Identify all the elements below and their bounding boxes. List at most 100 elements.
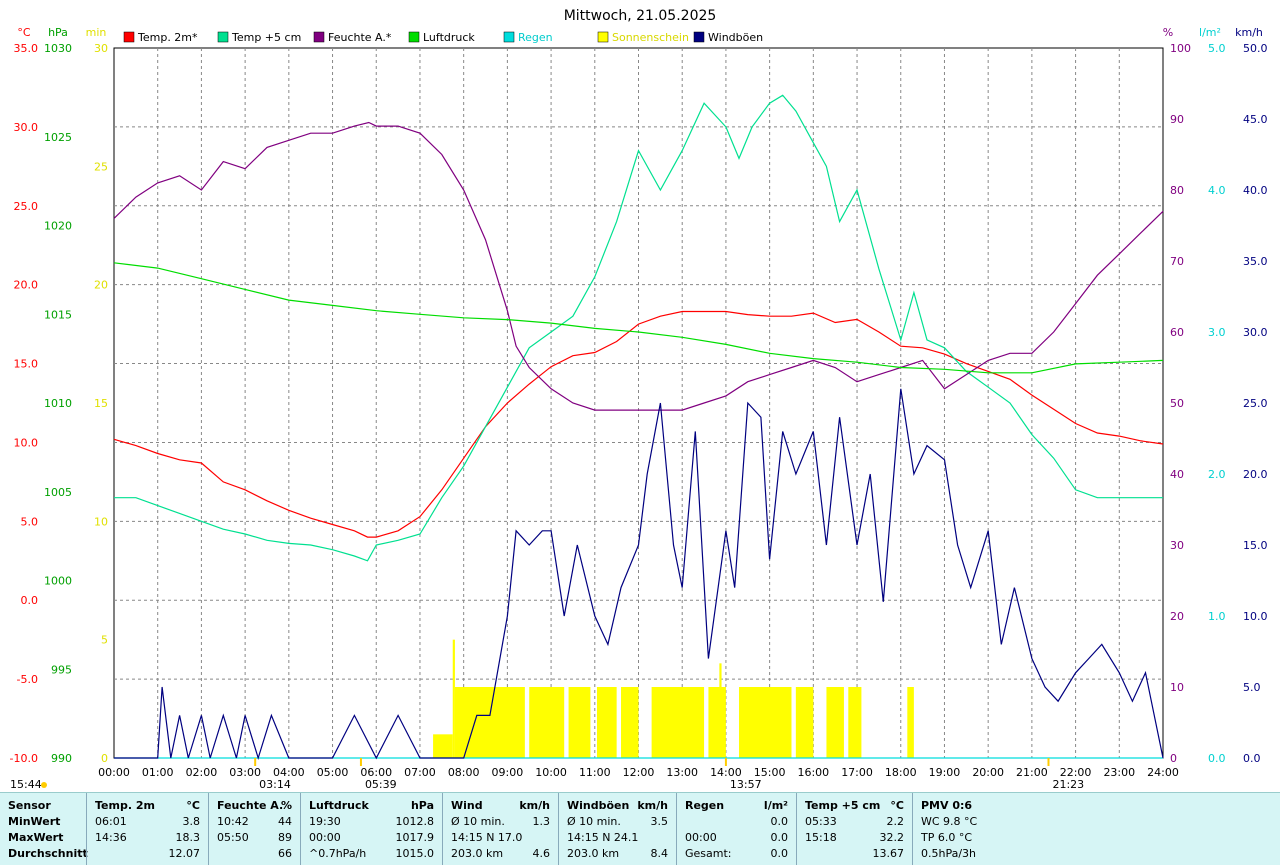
footer-header: Windböen: [567, 799, 630, 812]
x-tick-label: 03:00: [229, 766, 261, 779]
x-tick-label: 07:00: [404, 766, 436, 779]
footer-column: Feuchte A.% 10:42 44 05:50 89 66: [208, 793, 300, 865]
minutes-unit-label: min: [86, 26, 107, 39]
footer-unit: %: [280, 799, 292, 812]
pressure-tick-label: 990: [51, 752, 72, 765]
footer-cell-value: 32.2: [879, 831, 905, 844]
footer-cell-label: 19:30: [309, 815, 341, 828]
footer-cell-value: 0.0: [770, 847, 789, 860]
legend-swatch: [693, 31, 705, 43]
wind-tick-label: 25.0: [1243, 397, 1268, 410]
wind-tick-label: 40.0: [1243, 184, 1268, 197]
footer-column: Windböen km/h Ø 10 min. 3.5 14:15 N 24.1 203.…: [558, 793, 676, 865]
footer-column: Regen l/m² 0.0 00:00 0.0 Gesamt: 0.0: [676, 793, 796, 865]
footer-cell-label: 06:01: [95, 815, 127, 828]
legend-swatch: [408, 31, 420, 43]
chart-legend: Temp. 2m* Temp +5 cm Feuchte A.* Luftdruck R…: [123, 31, 763, 44]
humidity-unit-label: %: [1163, 26, 1173, 39]
humidity-tick-label: 80: [1170, 184, 1184, 197]
footer-cell-value: 0.0: [770, 815, 789, 828]
chart-title: Mittwoch, 21.05.2025: [564, 8, 717, 24]
footer-cell-value: 2.2: [886, 815, 905, 828]
x-tick-label: 00:00: [98, 766, 130, 779]
footer-cell-value: 66: [278, 847, 292, 860]
sunshine-bar: [651, 687, 705, 758]
pressure-tick-label: 1015: [44, 308, 72, 321]
x-tick-label: 19:00: [929, 766, 961, 779]
sunshine-bar: [848, 687, 862, 758]
statistics-footer: Sensor MinWert MaxWert Durchschnitt Temp. 2m…: [0, 792, 1280, 865]
legend-swatch: [597, 31, 609, 43]
humidity-tick-label: 20: [1170, 610, 1184, 623]
wind-tick-label: 45.0: [1243, 113, 1268, 126]
footer-cell-value: 13.67: [872, 847, 905, 860]
x-tick-label: 02:00: [186, 766, 218, 779]
sunshine-bar: [907, 687, 914, 758]
x-tick-label: 21:00: [1016, 766, 1048, 779]
rain-unit-label: l/m²: [1199, 26, 1221, 39]
footer-cell-value: 12.07: [168, 847, 201, 860]
footer-header: PMV 0:6: [921, 799, 973, 812]
x-tick-label: 01:00: [142, 766, 174, 779]
pressure-tick-label: 1020: [44, 220, 72, 233]
humidity-tick-label: 40: [1170, 468, 1184, 481]
temp-tick-label: -5.0: [17, 673, 38, 686]
footer-cell-value: 44: [278, 815, 292, 828]
sunshine-bar: [621, 687, 639, 758]
footer-cell-label: TP 6.0 °C: [921, 831, 973, 844]
wind-tick-label: 20.0: [1243, 468, 1268, 481]
x-tick-label: 12:00: [623, 766, 655, 779]
footer-unit: km/h: [519, 799, 550, 812]
footer-cell-label: ^0.7hPa/h: [309, 847, 367, 860]
footer-cell-value: 89: [278, 831, 292, 844]
footer-header: Wind: [451, 799, 483, 812]
temp-tick-label: 5.0: [21, 515, 39, 528]
chart-grid: [113, 47, 1164, 759]
footer-column: Temp. 2m °C 06:01 3.8 14:36 18.3 12.07: [86, 793, 208, 865]
legend-label: Regen: [518, 31, 553, 44]
x-tick-label: 24:00: [1147, 766, 1179, 779]
temp-tick-label: 0.0: [21, 594, 39, 607]
sunshine-bar: [529, 687, 565, 758]
event-label: 05:39: [365, 778, 397, 791]
footer-column: Luftdruck hPa 19:30 1012.8 00:00 1017.9 ^0.7hP…: [300, 793, 442, 865]
footer-unit: °C: [890, 799, 904, 812]
x-tick-label: 11:00: [579, 766, 611, 779]
pressure-tick-label: 1010: [44, 397, 72, 410]
minutes-tick-label: 0: [101, 752, 108, 765]
minutes-tick-label: 20: [94, 279, 108, 292]
temp-tick-label: 35.0: [14, 42, 39, 55]
footer-cell-label: Ø 10 min.: [567, 815, 621, 828]
footer-cell-label: WC 9.8 °C: [921, 815, 978, 828]
wind-tick-label: 10.0: [1243, 610, 1268, 623]
footer-cell-value: 1015.0: [395, 847, 435, 860]
legend-label: Temp. 2m*: [137, 31, 198, 44]
wind-tick-label: 15.0: [1243, 539, 1268, 552]
footer-cell-label: 14:36: [95, 831, 127, 844]
footer-header: Temp. 2m: [95, 799, 155, 812]
legend-label: Feuchte A.*: [328, 31, 392, 44]
footer-cell-label: MaxWert: [8, 831, 64, 844]
humidity-tick-label: 0: [1170, 752, 1177, 765]
footer-cell-label: 203.0 km: [451, 847, 504, 860]
footer-header: Luftdruck: [309, 799, 369, 812]
sunshine-bar: [596, 687, 617, 758]
humidity-tick-label: 90: [1170, 113, 1184, 126]
footer-cell-value: 1017.9: [395, 831, 435, 844]
footer-cell-label: 05:50: [217, 831, 249, 844]
x-tick-label: 17:00: [841, 766, 873, 779]
rain-tick-label: 5.0: [1208, 42, 1226, 55]
sun-icon: [41, 782, 47, 788]
footer-cell-label: 14:15 N 24.1: [567, 831, 639, 844]
humidity-tick-label: 60: [1170, 326, 1184, 339]
sunshine-bar: [719, 663, 722, 758]
x-tick-label: 10:00: [535, 766, 567, 779]
minutes-tick-label: 25: [94, 160, 108, 173]
footer-cell-value: 3.5: [650, 815, 669, 828]
rain-tick-label: 2.0: [1208, 468, 1226, 481]
footer-cell-label: 05:33: [805, 815, 837, 828]
legend-label: Luftdruck: [423, 31, 475, 44]
sunshine-bar: [454, 687, 525, 758]
footer-cell-label: 203.0 km: [567, 847, 620, 860]
humidity-tick-label: 100: [1170, 42, 1191, 55]
